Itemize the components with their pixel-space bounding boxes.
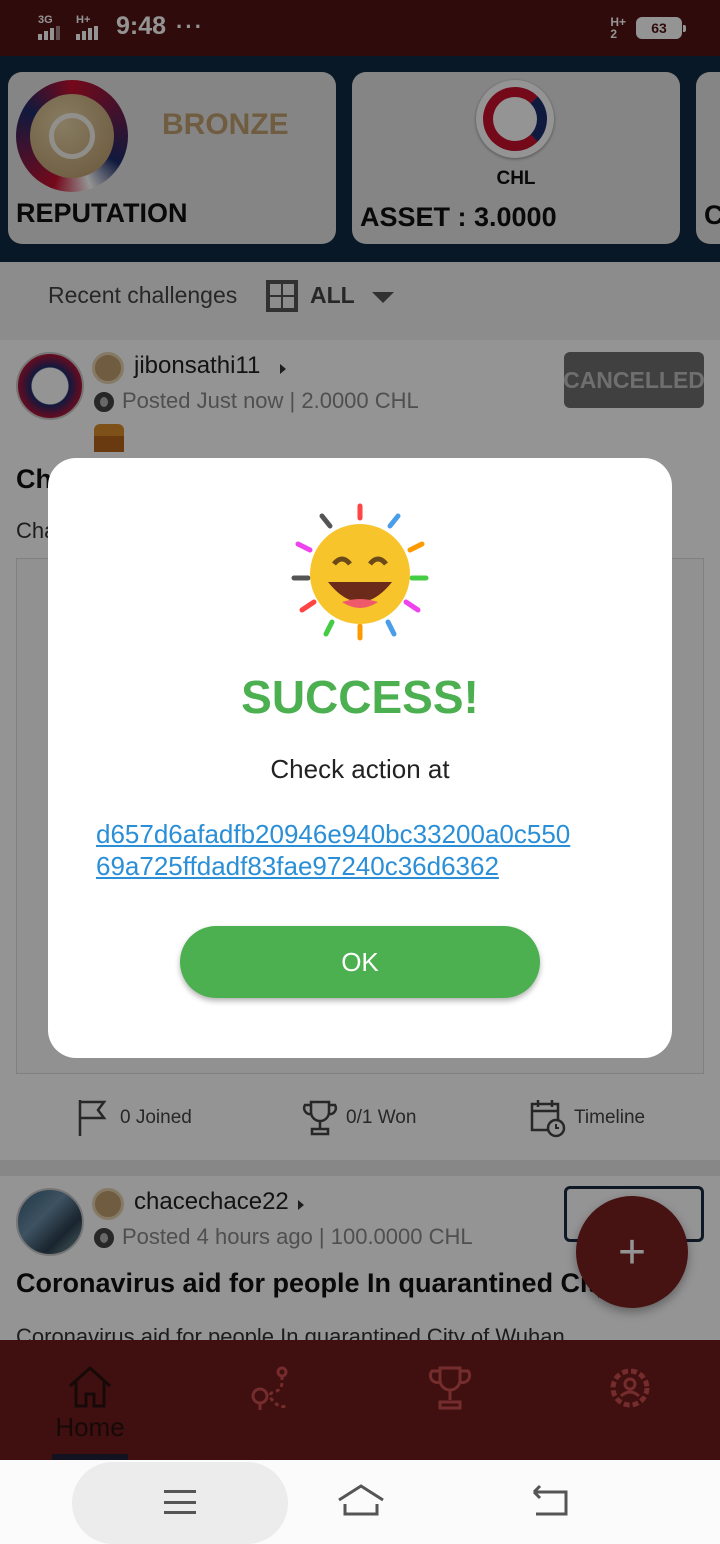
dialog-message: Check action at bbox=[270, 754, 450, 784]
dialog-title: SUCCESS! bbox=[241, 671, 479, 723]
laughing-emoji-icon bbox=[291, 503, 429, 641]
system-home-icon[interactable] bbox=[336, 1480, 386, 1520]
success-dialog: SUCCESS! Check action at d657d6afadfb209… bbox=[48, 458, 672, 1058]
menu-icon[interactable] bbox=[164, 1490, 196, 1514]
transaction-hash-link[interactable]: d657d6afadfb20946e940bc33200a0c550 69a725… bbox=[96, 818, 624, 882]
system-navigation-bar bbox=[0, 1460, 720, 1544]
back-icon[interactable] bbox=[528, 1484, 572, 1520]
ok-button[interactable]: OK bbox=[180, 926, 540, 998]
